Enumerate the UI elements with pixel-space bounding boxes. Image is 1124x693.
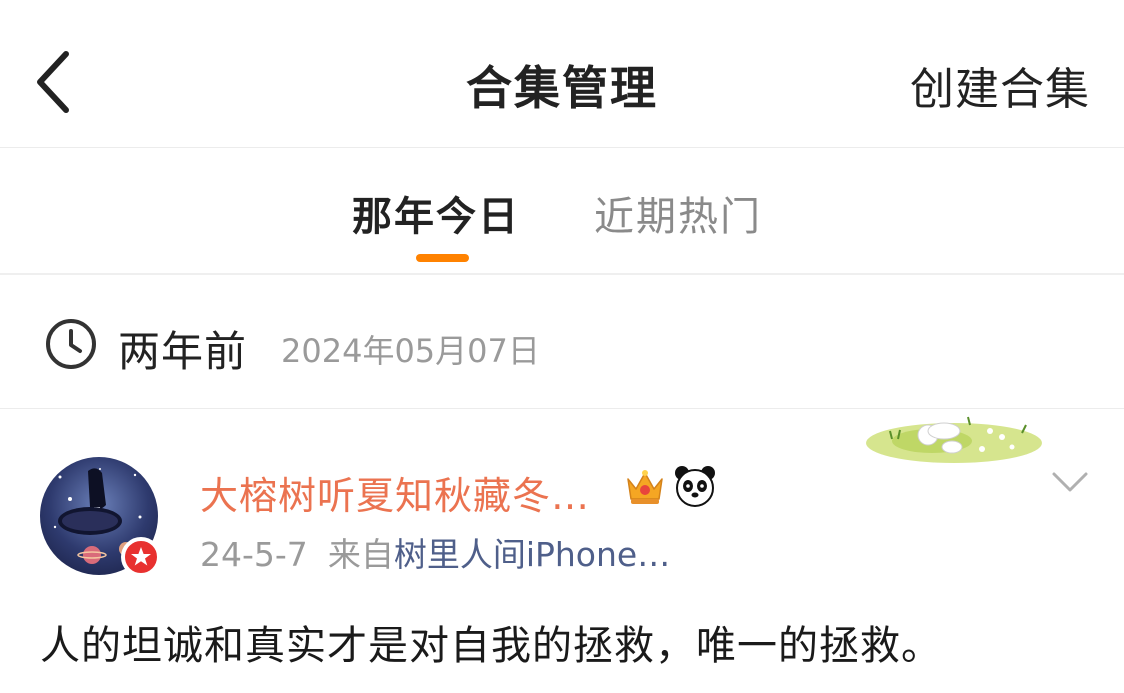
time-ago-label: 两年前 [118,327,248,376]
verified-badge-icon [121,537,161,577]
post-card[interactable]: 大榕树听夏知秋藏冬… 24-5-7 来自树里人间iPhone… 人的坦诚和真实才是… [0,409,1124,693]
post-meta: 24-5-7 来自树里人间iPhone… [200,528,670,576]
post-username[interactable]: 大榕树听夏知秋藏冬… [200,465,590,520]
post-from-label: 来自 [327,535,394,574]
post-source-link[interactable]: 树里人间iPhone… [394,535,670,574]
crown-icon [627,470,663,504]
lawn-decoration-icon [866,416,1042,463]
post-text: 人的坦诚和真实才是对自我的拯救，唯一的拯救。 [40,623,942,669]
top-bar: 合集管理 创建合集 [0,0,1124,148]
create-collection-button[interactable]: 创建合集 [910,53,1090,117]
tab-on-this-day[interactable]: 那年今日 [352,184,520,242]
clock-icon [46,319,96,369]
panda-icon [675,466,715,507]
time-date: 2024年05月07日 [281,332,540,370]
chevron-down-icon[interactable] [1050,469,1090,495]
post-date: 24-5-7 [200,535,308,574]
tab-recent-hot[interactable]: 近期热门 [594,184,762,242]
tab-bar: 那年今日 近期热门 [0,148,1124,275]
time-section-header: 两年前 2024年05月07日 [0,276,1124,409]
active-tab-indicator [416,254,469,262]
